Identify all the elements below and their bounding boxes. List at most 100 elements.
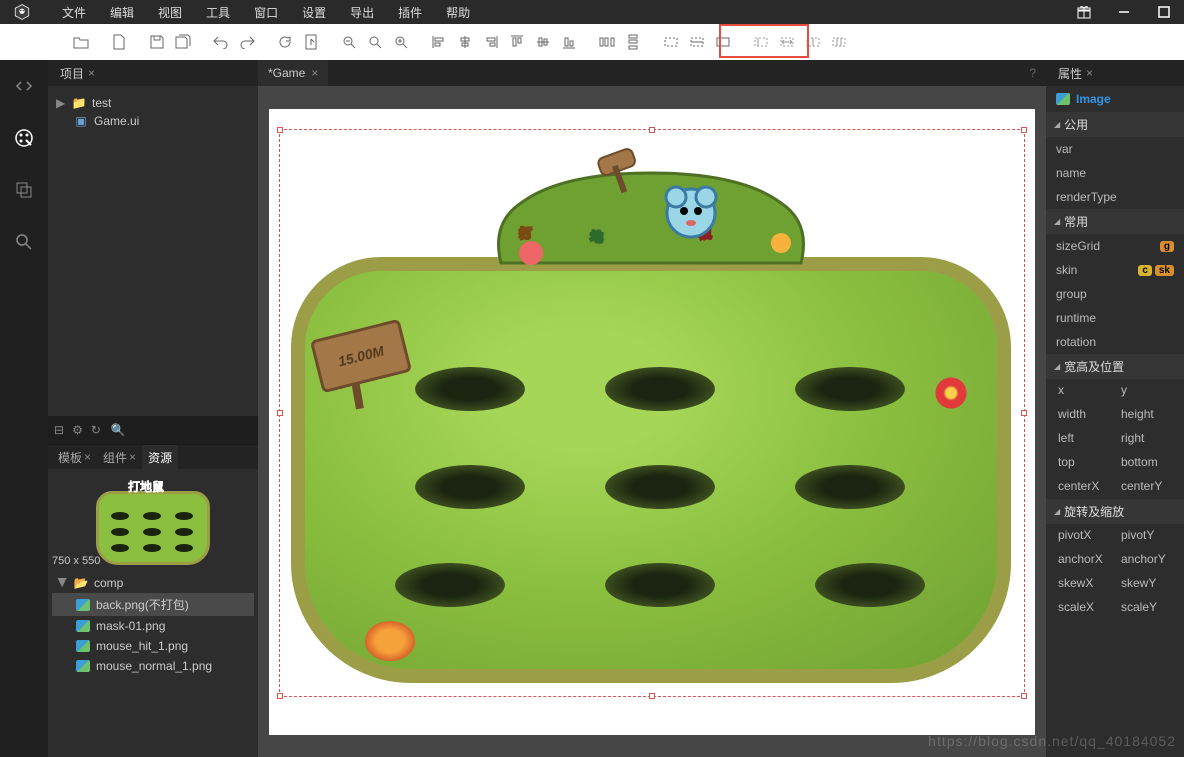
align-right-icon[interactable] [480,31,502,53]
activity-search-icon[interactable] [10,228,38,256]
folder-icon: 📂 [74,576,88,590]
zoom-in-icon[interactable] [390,31,412,53]
image-icon [76,660,90,672]
span-tool-2-icon[interactable] [776,31,798,53]
maximize-button[interactable] [1144,0,1184,24]
section-rotscale[interactable]: 旋转及缩放 [1046,499,1184,524]
prop-runtime[interactable]: runtime [1046,306,1184,330]
resource-dimensions: 750 x 550 [52,555,100,567]
gift-icon[interactable] [1064,0,1104,24]
span-tool-3-icon[interactable] [802,31,824,53]
canvas-tab-label: *Game [268,66,305,80]
menu-view[interactable]: 视图 [146,0,194,24]
image-icon [76,640,90,652]
minimize-button[interactable] [1104,0,1144,24]
prop-pivot[interactable]: pivotXpivotY [1046,524,1184,548]
prop-wh[interactable]: widthheight [1046,403,1184,427]
collapse-icon[interactable]: ⊟ [54,423,64,437]
open-icon[interactable] [70,31,92,53]
project-tree: ▶ 📁 test ▣ Game.ui [48,86,258,416]
resource-folder-comp[interactable]: ▶ 📂 comp [52,573,254,593]
prop-group[interactable]: group [1046,282,1184,306]
align-middle-v-icon[interactable] [532,31,554,53]
help-icon[interactable]: ? [1029,66,1036,80]
save-icon[interactable] [146,31,168,53]
span-tool-4-icon[interactable] [828,31,850,53]
resource-file-back[interactable]: back.png(不打包) [52,593,254,616]
menu-settings[interactable]: 设置 [290,0,338,24]
prop-anchor[interactable]: anchorXanchorY [1046,548,1184,572]
zoom-out-icon[interactable] [338,31,360,53]
span-tool-1-icon[interactable] [750,31,772,53]
resource-file-mouse-hit[interactable]: mouse_hit_1.png [52,636,254,656]
menu-export[interactable]: 导出 [338,0,386,24]
canvas-stage[interactable]: 15.00M [269,109,1035,735]
menu-edit[interactable]: 编辑 [98,0,146,24]
prop-rotation[interactable]: rotation [1046,330,1184,354]
properties-tab[interactable]: 属性 × [1054,65,1097,82]
folder-icon: 📁 [72,96,86,110]
menu-plugins[interactable]: 插件 [386,0,434,24]
refresh-small-icon[interactable]: ↻ [91,423,101,437]
distribute-v-icon[interactable] [622,31,644,53]
tab-template[interactable]: 模板× [52,445,97,469]
rect-tool-2-icon[interactable] [686,31,708,53]
resource-file-mask[interactable]: mask-01.png [52,616,254,636]
tree-folder-test[interactable]: ▶ 📁 test [52,94,254,112]
tab-component[interactable]: 组件× [97,445,142,469]
prop-name[interactable]: name [1046,161,1184,185]
align-bottom-icon[interactable] [558,31,580,53]
rect-tool-1-icon[interactable] [660,31,682,53]
menu-file[interactable]: 文件 [50,0,98,24]
new-page-icon[interactable] [108,31,130,53]
refresh-icon[interactable] [274,31,296,53]
zoom-reset-icon[interactable] [364,31,386,53]
search-input[interactable] [109,421,268,439]
publish-icon[interactable] [300,31,322,53]
section-common[interactable]: 公用 [1046,112,1184,137]
svg-text:地: 地 [590,228,603,244]
chevron-down-icon: ▶ [56,578,70,588]
prop-skin[interactable]: skincsk [1046,258,1184,282]
menu-help[interactable]: 帮助 [434,0,482,24]
canvas-tab-game[interactable]: *Game × [258,60,328,86]
close-icon[interactable]: × [88,66,95,80]
resource-file-mouse-normal[interactable]: mouse_normal_1.png [52,656,254,676]
prop-sizegrid[interactable]: sizeGridg [1046,234,1184,258]
redo-icon[interactable] [236,31,258,53]
section-frequent[interactable]: 常用 [1046,209,1184,234]
prop-var[interactable]: var [1046,137,1184,161]
undo-icon[interactable] [210,31,232,53]
tree-file-game-ui[interactable]: ▣ Game.ui [70,112,254,130]
folder-label: test [92,96,111,110]
menu-window[interactable]: 窗口 [242,0,290,24]
prop-center[interactable]: centerXcenterY [1046,475,1184,499]
close-icon[interactable]: × [1086,66,1093,80]
tab-resource[interactable]: 资源 [142,445,178,469]
image-icon [1056,93,1070,105]
close-icon[interactable]: × [311,66,318,80]
prop-rendertype[interactable]: renderType [1046,185,1184,209]
prop-skew[interactable]: skewXskewY [1046,572,1184,596]
align-top-icon[interactable] [506,31,528,53]
properties-tab-label: 属性 [1058,65,1082,82]
prop-scale[interactable]: scaleXscaleY [1046,596,1184,620]
game-scene-image: 15.00M [291,143,1011,697]
project-tab[interactable]: 项目 × [56,65,99,82]
activity-design-icon[interactable] [10,124,38,152]
align-center-h-icon[interactable] [454,31,476,53]
save-all-icon[interactable] [172,31,194,53]
prop-xy[interactable]: xy [1046,379,1184,403]
ui-file-icon: ▣ [74,114,88,128]
align-left-icon[interactable] [428,31,450,53]
distribute-h-icon[interactable] [596,31,618,53]
section-sizepos[interactable]: 宽高及位置 [1046,354,1184,379]
prop-lr[interactable]: leftright [1046,427,1184,451]
property-type-badge: Image [1046,86,1184,112]
prop-tb[interactable]: topbottom [1046,451,1184,475]
rect-tool-3-icon[interactable] [712,31,734,53]
activity-layers-icon[interactable] [10,176,38,204]
menu-tools[interactable]: 工具 [194,0,242,24]
activity-code-icon[interactable] [10,72,38,100]
gear-icon[interactable]: ⚙ [72,423,83,437]
